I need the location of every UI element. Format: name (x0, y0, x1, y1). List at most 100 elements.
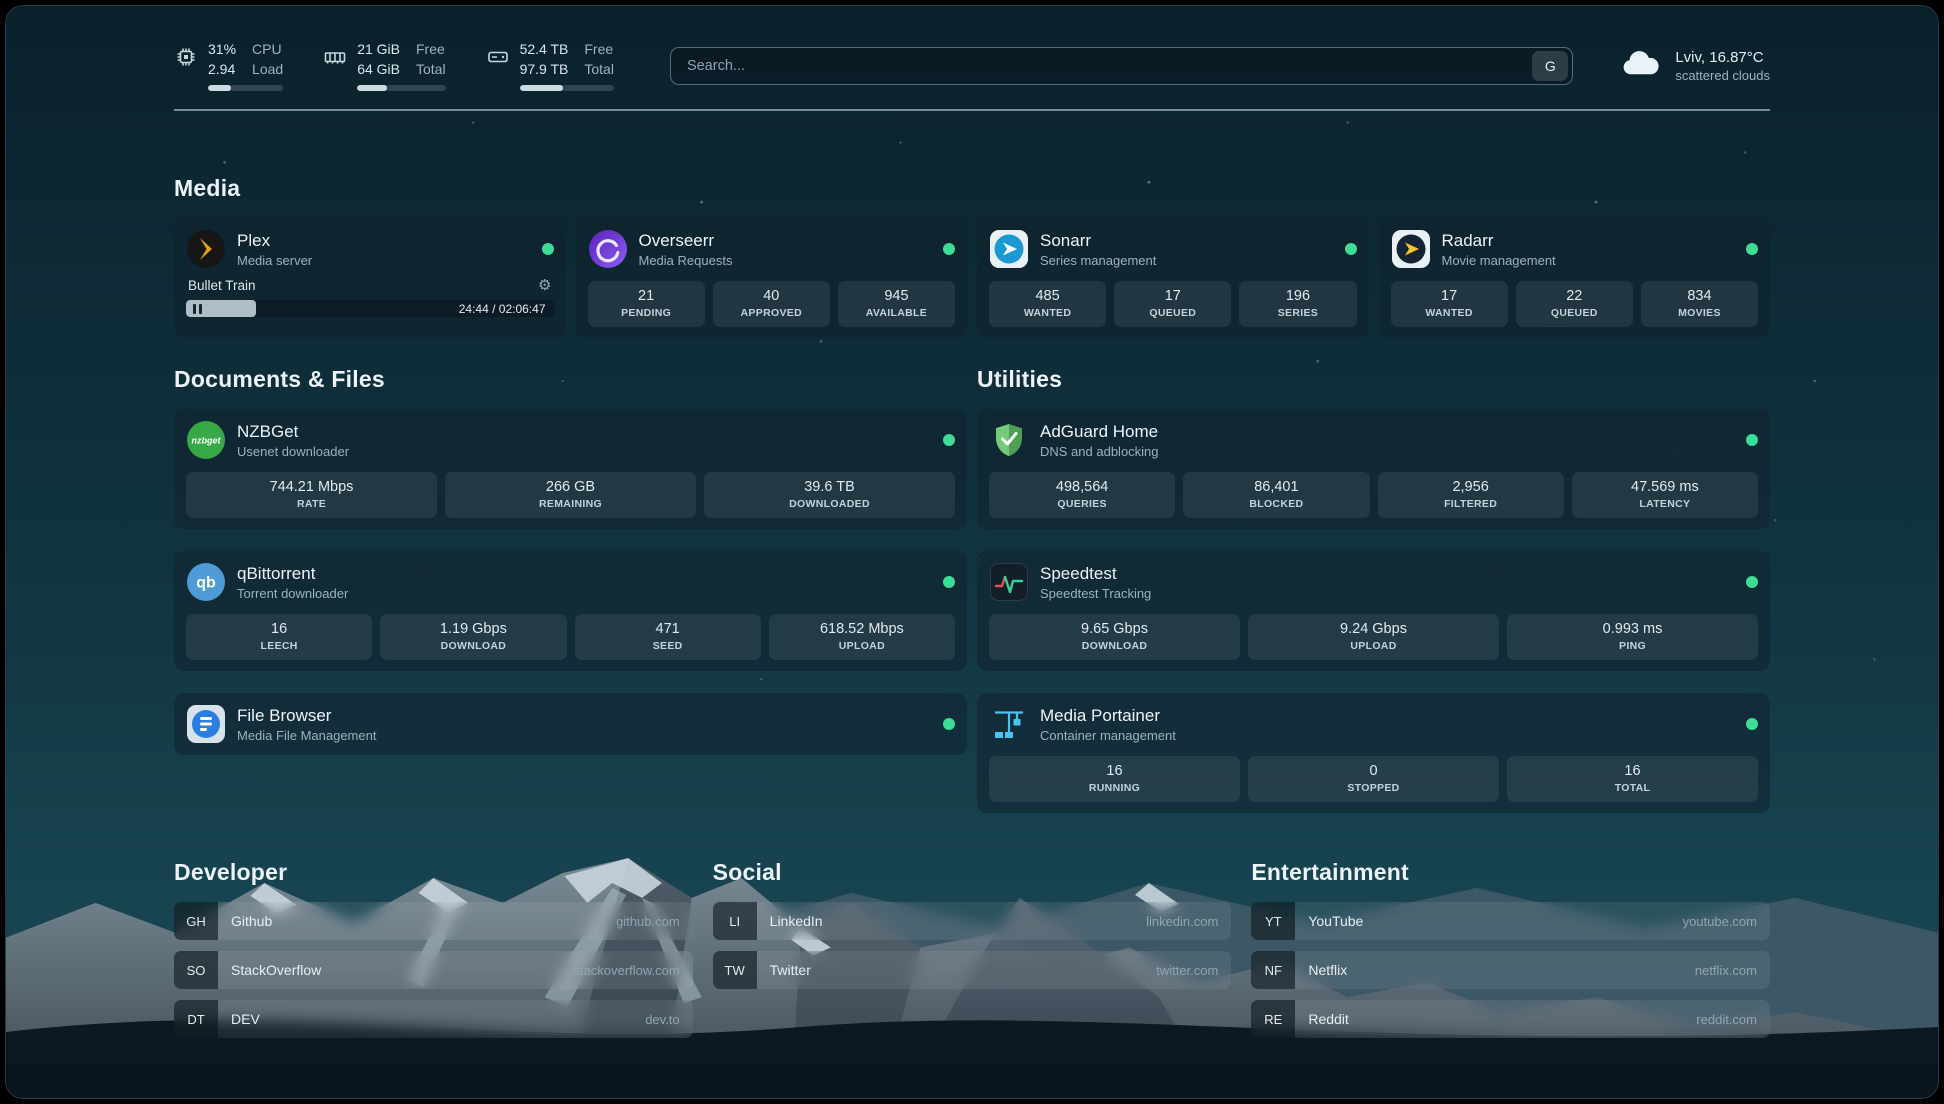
stat-block: 266 GB REMAINING (445, 472, 696, 518)
bookmark-abbr: TW (713, 951, 757, 989)
bookmark-netflix[interactable]: NF Netflix netflix.com (1251, 951, 1770, 989)
cpu-widget: 31% CPU 2.94 Load (174, 40, 283, 91)
service-card-overseerr[interactable]: Overseerr Media Requests 21 PENDING 40 A… (576, 218, 968, 338)
bookmarks-area: Developer GH Github github.com SO StackO… (174, 859, 1770, 1038)
stat-block: 945 AVAILABLE (838, 281, 955, 327)
disk-free-label: Free (584, 40, 614, 60)
header-divider (174, 109, 1770, 111)
status-indicator (1746, 434, 1758, 446)
bookmark-group-entertainment: Entertainment YT YouTube youtube.com NF … (1251, 859, 1770, 1038)
bookmark-name: Github (231, 913, 272, 929)
playback-time: 24:44 / 02:06:47 (459, 302, 546, 316)
service-subtitle: Speedtest Tracking (1040, 586, 1735, 601)
service-card-radarr[interactable]: Radarr Movie management 17 WANTED 22 QUE… (1379, 218, 1771, 338)
service-subtitle: Media File Management (237, 728, 932, 743)
bookmark-abbr: RE (1251, 1000, 1295, 1038)
stat-block: 1.19 Gbps DOWNLOAD (380, 614, 566, 660)
cpu-load: 2.94 (208, 60, 236, 80)
status-indicator (943, 576, 955, 588)
bookmark-group-developer: Developer GH Github github.com SO StackO… (174, 859, 693, 1038)
service-subtitle: Media Requests (639, 253, 933, 268)
bookmark-youtube[interactable]: YT YouTube youtube.com (1251, 902, 1770, 940)
stat-block: 9.24 Gbps UPLOAD (1248, 614, 1499, 660)
service-subtitle: Torrent downloader (237, 586, 932, 601)
bookmark-linkedin[interactable]: LI LinkedIn linkedin.com (713, 902, 1232, 940)
overseerr-icon (588, 229, 628, 269)
cpu-progress-bar (208, 85, 283, 91)
service-card-plex[interactable]: Plex Media server Bullet Train ⚙ (174, 218, 566, 338)
search-input[interactable] (685, 57, 1532, 75)
bookmark-github[interactable]: GH Github github.com (174, 902, 693, 940)
weather-location-temp: Lviv, 16.87°C (1675, 49, 1770, 66)
memory-icon (323, 45, 347, 69)
section-title-utilities: Utilities (977, 366, 1770, 393)
bookmark-twitter[interactable]: TW Twitter twitter.com (713, 951, 1232, 989)
svg-text:qb: qb (196, 575, 216, 592)
stat-block: 2,956 FILTERED (1378, 472, 1564, 518)
service-subtitle: Media server (237, 253, 531, 268)
stat-block: 17 QUEUED (1114, 281, 1231, 327)
bookmark-stackoverflow[interactable]: SO StackOverflow stackoverflow.com (174, 951, 693, 989)
stat-block: 834 MOVIES (1641, 281, 1758, 327)
bookmark-dev[interactable]: DT DEV dev.to (174, 1000, 693, 1038)
adguard-icon (989, 420, 1029, 460)
bookmark-name: YouTube (1308, 913, 1363, 929)
cpu-percent: 31% (208, 40, 236, 60)
service-card-nzbget[interactable]: nzbget NZBGet Usenet downloader 744.21 M… (174, 409, 967, 529)
stat-block: 47.569 ms LATENCY (1572, 472, 1758, 518)
service-name: Overseerr (639, 231, 933, 251)
bookmark-domain: twitter.com (1156, 963, 1218, 978)
portainer-icon (989, 704, 1029, 744)
service-card-qbittorrent[interactable]: qb qBittorrent Torrent downloader 16 LEE… (174, 551, 967, 671)
service-card-speedtest[interactable]: Speedtest Speedtest Tracking 9.65 Gbps D… (977, 551, 1770, 671)
service-subtitle: DNS and adblocking (1040, 444, 1735, 459)
stat-block: 471 SEED (575, 614, 761, 660)
svg-text:nzbget: nzbget (192, 436, 222, 446)
bookmark-name: Reddit (1308, 1011, 1348, 1027)
section-media: Media Plex Media server (174, 175, 1770, 338)
section-title-documents: Documents & Files (174, 366, 967, 393)
stat-block: 498,564 QUERIES (989, 472, 1175, 518)
bookmark-name: LinkedIn (770, 913, 823, 929)
cpu-label: CPU (252, 40, 283, 60)
weather-widget[interactable]: Lviv, 16.87°C scattered clouds (1619, 47, 1770, 84)
bookmark-abbr: NF (1251, 951, 1295, 989)
status-indicator (542, 243, 554, 255)
bookmark-domain: netflix.com (1695, 963, 1757, 978)
filebrowser-icon (186, 704, 226, 744)
stat-block: 40 APPROVED (713, 281, 830, 327)
resource-widgets: 31% CPU 2.94 Load 21 (174, 40, 614, 91)
bookmark-domain: linkedin.com (1146, 914, 1218, 929)
pause-icon[interactable] (193, 304, 202, 314)
service-name: qBittorrent (237, 564, 932, 584)
memory-widget: 21 GiB Free 64 GiB Total (323, 40, 445, 91)
service-subtitle: Container management (1040, 728, 1735, 743)
widget-settings-icon[interactable]: ⚙ (538, 278, 551, 293)
memory-free-label: Free (416, 40, 446, 60)
bookmark-abbr: LI (713, 902, 757, 940)
section-title-entertainment: Entertainment (1251, 859, 1770, 886)
service-card-portainer[interactable]: Media Portainer Container management 16 … (977, 693, 1770, 813)
playback-progress-bar: 24:44 / 02:06:47 (186, 300, 554, 317)
bookmark-domain: youtube.com (1683, 914, 1757, 929)
stat-block: 21 PENDING (588, 281, 705, 327)
search-provider-button[interactable]: G (1532, 51, 1568, 81)
cpu-icon (174, 45, 198, 69)
dashboard-content: 31% CPU 2.94 Load 21 (6, 6, 1938, 1098)
bookmark-name: Twitter (770, 962, 811, 978)
section-utilities: Utilities AdGuard Home (977, 366, 1770, 813)
stat-block: 16 RUNNING (989, 756, 1240, 802)
memory-total-label: Total (416, 60, 446, 80)
memory-progress-bar (357, 85, 445, 91)
speedtest-icon (989, 562, 1029, 602)
stat-block: 39.6 TB DOWNLOADED (704, 472, 955, 518)
bookmark-reddit[interactable]: RE Reddit reddit.com (1251, 1000, 1770, 1038)
service-card-filebrowser[interactable]: File Browser Media File Management (174, 693, 967, 755)
service-card-adguard[interactable]: AdGuard Home DNS and adblocking 498,564 … (977, 409, 1770, 529)
stat-block: 17 WANTED (1391, 281, 1508, 327)
service-subtitle: Movie management (1442, 253, 1736, 268)
service-card-sonarr[interactable]: Sonarr Series management 485 WANTED 17 Q… (977, 218, 1369, 338)
section-title-social: Social (713, 859, 1232, 886)
bookmark-name: Netflix (1308, 962, 1347, 978)
service-name: Radarr (1442, 231, 1736, 251)
